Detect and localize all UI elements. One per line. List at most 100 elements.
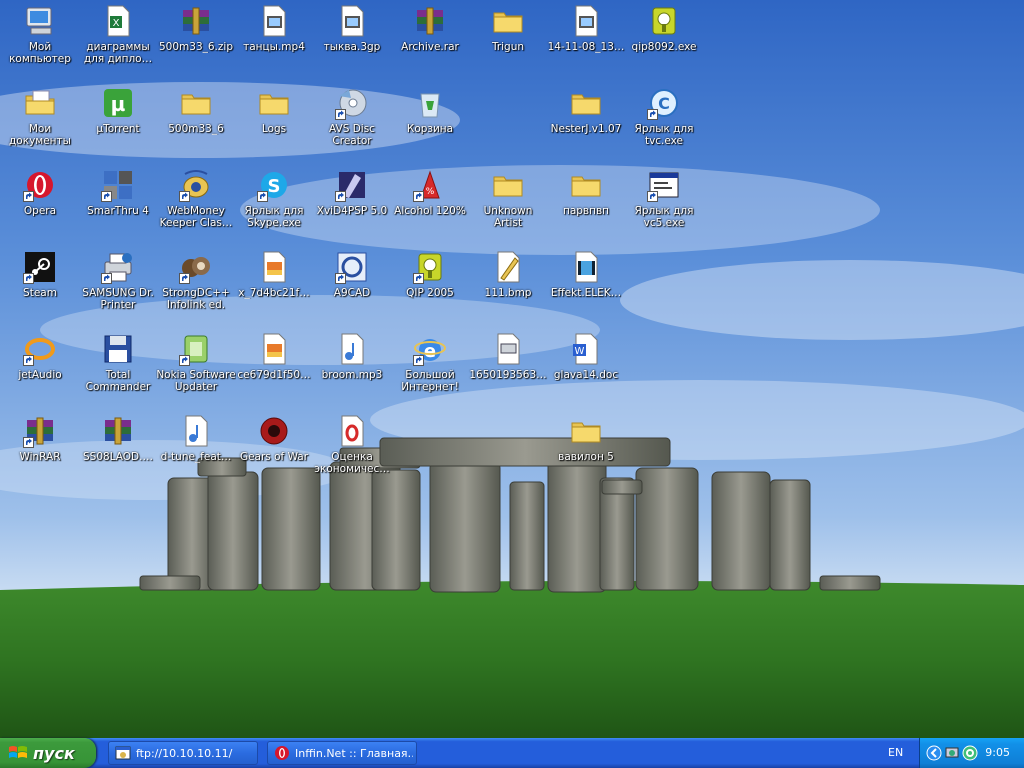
image-file-icon <box>257 332 291 366</box>
desktop-icon[interactable]: 111.bmp <box>468 248 548 328</box>
desktop-icon-label: 111.bmp <box>484 287 532 299</box>
task-button-ftp[interactable]: ftp://10.10.10.11/ <box>108 741 258 765</box>
windows-flag-icon <box>9 746 27 758</box>
folder-icon <box>257 86 291 120</box>
desktop-icon[interactable]: SAMSUNG Dr. Printer <box>78 248 158 328</box>
desktop-icon[interactable]: A9CAD <box>312 248 392 328</box>
desktop-icon[interactable]: Оценка экономичес… <box>312 412 392 492</box>
jetaudio-icon <box>23 332 57 366</box>
opera-icon <box>274 745 290 761</box>
desktop-icon[interactable]: Total Commander <box>78 330 158 410</box>
desktop-icon[interactable]: % Alcohol 120% <box>390 166 470 246</box>
desktop-icon[interactable]: e Большой Интернет! <box>390 330 470 410</box>
strongdc-icon <box>179 250 213 284</box>
svg-text:S: S <box>268 176 281 197</box>
desktop-icon-label: Ярлык для vc5.exe <box>634 205 694 229</box>
desktop-icon[interactable]: Мои документы <box>0 84 80 164</box>
desktop-icon[interactable]: XviD4PSP 5.0 <box>312 166 392 246</box>
desktop-icon[interactable]: Archive.rar <box>390 2 470 82</box>
desktop-icon[interactable]: 500m33_6.zip <box>156 2 236 82</box>
desktop-icon[interactable]: Unknown Artist <box>468 166 548 246</box>
desktop-icon[interactable]: SmarThru 4 <box>78 166 158 246</box>
desktop-icon[interactable]: Корзина <box>390 84 470 164</box>
desktop-icon[interactable]: Wglava14.doc <box>546 330 626 410</box>
excel-file-icon: X <box>101 4 135 38</box>
desktop-icon-label: 1650193563… <box>469 369 547 381</box>
desktop-icon[interactable]: Effekt.ELEK… <box>546 248 626 328</box>
desktop-icon[interactable]: парвпвп <box>546 166 626 246</box>
desktop-icon[interactable]: qip8092.exe <box>624 2 704 82</box>
desktop-icon[interactable]: µ µTorrent <box>78 84 158 164</box>
desktop-icon-label: d-tune_feat… <box>160 451 232 463</box>
desktop-icon-label: диаграммы для дипло… <box>83 41 153 65</box>
qip-icon <box>413 250 447 284</box>
desktop-icon[interactable]: танцы.mp4 <box>234 2 314 82</box>
tvc-icon: C <box>647 86 681 120</box>
desktop-icon[interactable]: NesterJ.v1.07 <box>546 84 626 164</box>
desktop-icon[interactable]: Ярлык для vc5.exe <box>624 166 704 246</box>
desktop-icon[interactable]: WinRAR <box>0 412 80 492</box>
xvid-icon <box>335 168 369 202</box>
desktop-icon-label: jetAudio <box>18 369 62 381</box>
clock[interactable]: 9:05 <box>985 746 1010 759</box>
desktop-icon-label: WebMoney Keeper Clas… <box>159 205 233 229</box>
desktop-icon-label: SS08LAOD.… <box>83 451 153 463</box>
desktop-icon[interactable]: Nokia Software Updater <box>156 330 236 410</box>
shortcut-arrow-icon <box>647 191 658 202</box>
desktop-icon[interactable]: Steam <box>0 248 80 328</box>
desktop-icon-label: Archive.rar <box>401 41 459 53</box>
desktop-icon[interactable]: 500m33_6 <box>156 84 236 164</box>
desktop-icon[interactable]: SS08LAOD.… <box>78 412 158 492</box>
desktop-icon[interactable]: вавилон 5 <box>546 412 626 492</box>
desktop-icon-label: 500m33_6 <box>168 123 224 135</box>
desktop-icon[interactable]: StrongDC++ Infolink ed. <box>156 248 236 328</box>
shortcut-arrow-icon <box>413 191 424 202</box>
folder-icon <box>569 414 603 448</box>
desktop-icon-label: XviD4PSP 5.0 <box>316 205 388 217</box>
desktop-icon[interactable]: Logs <box>234 84 314 164</box>
svg-text:C: C <box>658 94 670 113</box>
desktop-icon[interactable]: Opera <box>0 166 80 246</box>
desktop-icon[interactable]: d-tune_feat… <box>156 412 236 492</box>
desktop-icon-label: 14-11-08_13… <box>547 41 625 53</box>
desktop-icon[interactable]: x_7d4bc21f… <box>234 248 314 328</box>
start-button[interactable]: пуск <box>0 738 96 768</box>
folder-icon <box>179 86 213 120</box>
shortcut-arrow-icon <box>179 273 190 284</box>
shortcut-arrow-icon <box>23 273 34 284</box>
desktop-icon-label: StrongDC++ Infolink ed. <box>162 287 230 311</box>
smarthru-icon <box>101 168 135 202</box>
desktop-icon-label: AVS Disc Creator <box>329 123 375 147</box>
desktop-icon[interactable]: Xдиаграммы для дипло… <box>78 2 158 82</box>
desktop-icon-label: Steam <box>23 287 57 299</box>
desktop-icon[interactable]: C Ярлык для tvc.exe <box>624 84 704 164</box>
shortcut-arrow-icon <box>335 109 346 120</box>
desktop-icon[interactable]: jetAudio <box>0 330 80 410</box>
desktop-icon[interactable]: 14-11-08_13… <box>546 2 626 82</box>
desktop-icon[interactable]: broom.mp3 <box>312 330 392 410</box>
desktop-icon[interactable]: 1650193563… <box>468 330 548 410</box>
rar-archive-icon <box>179 4 213 38</box>
svg-text:µ: µ <box>111 92 126 116</box>
network-icon[interactable] <box>944 745 960 761</box>
desktop-icon-label: Корзина <box>406 123 454 135</box>
svg-text:%: % <box>426 187 435 197</box>
desktop-icon[interactable]: S Ярлык для Skype.exe <box>234 166 314 246</box>
desktop-icon[interactable]: Trigun <box>468 2 548 82</box>
desktop-icon[interactable]: ce679d1f50… <box>234 330 314 410</box>
folder-icon <box>569 168 603 202</box>
desktop-icon[interactable]: тыква.3gp <box>312 2 392 82</box>
task-button-opera[interactable]: Inffin.Net :: Главная… <box>267 741 417 765</box>
desktop-icon[interactable]: WebMoney Keeper Clas… <box>156 166 236 246</box>
desktop-icon[interactable]: Gears of War <box>234 412 314 492</box>
film-file-icon <box>569 250 603 284</box>
desktop-icon-label: Оценка экономичес… <box>314 451 390 475</box>
folder-icon <box>491 4 525 38</box>
desktop-icon[interactable]: AVS Disc Creator <box>312 84 392 164</box>
chevron-left-icon[interactable] <box>926 745 942 761</box>
skype-tray-icon[interactable] <box>962 745 978 761</box>
desktop-icon-label: тыква.3gp <box>323 41 381 53</box>
language-indicator[interactable]: EN <box>888 746 903 759</box>
desktop-icon[interactable]: QIP 2005 <box>390 248 470 328</box>
desktop-icon[interactable]: Мой компьютер <box>0 2 80 82</box>
